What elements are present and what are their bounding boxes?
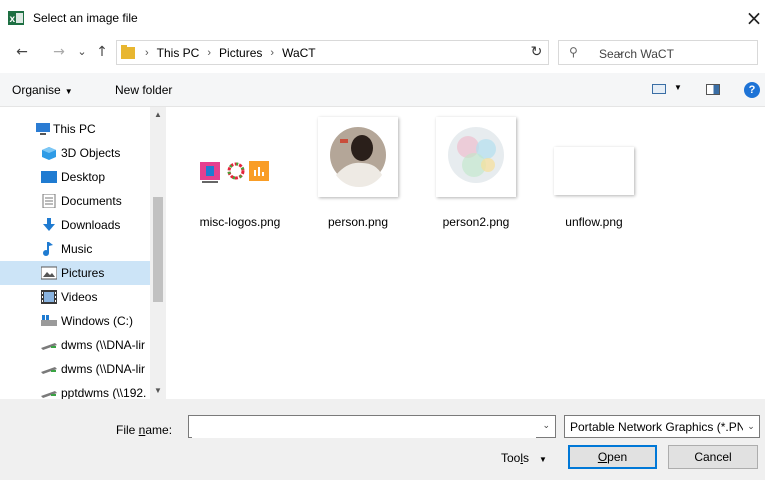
sidebar-item-label: This PC xyxy=(53,122,96,136)
sidebar-item-label: pptdwms (\\192. xyxy=(61,386,147,399)
window-title: Select an image file xyxy=(33,11,138,25)
open-button[interactable]: Open xyxy=(568,445,657,469)
pictures-icon xyxy=(41,266,57,280)
file-open-dialog: x Select an image file × ← → ⌄ ↑ › This … xyxy=(0,0,765,480)
sidebar-item-label: 3D Objects xyxy=(61,146,121,160)
sidebar-item-label: dwms (\\DNA-lir xyxy=(61,362,145,376)
view-options-caret-icon[interactable]: ▼ xyxy=(674,83,682,92)
refresh-icon[interactable]: ↻ xyxy=(524,40,549,65)
sidebar-item-label: Videos xyxy=(61,290,98,304)
this-pc-icon xyxy=(36,123,50,135)
organise-label: Organise xyxy=(12,83,61,97)
person2-thumbnail xyxy=(436,117,516,197)
network-drive-icon xyxy=(41,343,57,350)
sidebar-item-label: dwms (\\DNA-lir xyxy=(61,338,145,352)
sidebar-item-network-drive[interactable]: dwms (\\DNA-lir xyxy=(0,333,150,357)
file-name-label: person.png xyxy=(327,215,389,229)
drive-icon xyxy=(41,315,57,326)
scroll-up-icon[interactable]: ▲ xyxy=(150,107,166,123)
file-name-combobox[interactable]: ⌄ xyxy=(188,415,556,438)
search-input[interactable] xyxy=(597,44,751,63)
file-name-label: misc-logos.png xyxy=(199,215,281,229)
sidebar-item-videos[interactable]: Videos xyxy=(0,285,150,309)
address-row: ← → ⌄ ↑ › This PC › Pictures › WaCT ⌄ ↻ … xyxy=(0,38,765,68)
sidebar-item-pictures[interactable]: Pictures xyxy=(0,261,150,285)
sidebar-item-downloads[interactable]: Downloads xyxy=(0,213,150,237)
forward-arrow-icon[interactable]: → xyxy=(50,42,68,62)
sidebar-item-music[interactable]: Music xyxy=(0,237,150,261)
back-arrow-icon[interactable]: ← xyxy=(13,42,31,62)
file-item[interactable]: unflow.png xyxy=(541,107,641,237)
sidebar-item-3d-objects[interactable]: 3D Objects xyxy=(0,141,150,165)
breadcrumb-wact[interactable]: WaCT xyxy=(282,46,316,60)
change-view-icon[interactable] xyxy=(652,84,666,94)
caret-down-icon: ▼ xyxy=(539,455,547,464)
scroll-down-icon[interactable]: ▼ xyxy=(150,383,166,399)
sidebar-item-network-drive[interactable]: dwms (\\DNA-lir xyxy=(0,357,150,381)
unflow-thumbnail xyxy=(554,147,634,195)
sidebar-item-desktop[interactable]: Desktop xyxy=(0,165,150,189)
sidebar-item-label: Documents xyxy=(61,194,122,208)
file-name-label: File name: xyxy=(116,423,173,437)
cancel-button[interactable]: Cancel xyxy=(668,445,758,469)
excel-app-icon: x xyxy=(8,11,24,25)
preview-pane-icon[interactable] xyxy=(706,84,720,95)
sidebar-item-label: Downloads xyxy=(61,218,121,232)
3d-objects-icon xyxy=(42,147,56,160)
title-bar: x Select an image file × xyxy=(0,6,765,30)
breadcrumb: › This PC › Pictures › WaCT xyxy=(121,45,320,60)
search-box[interactable]: ⚲ xyxy=(558,40,758,65)
navigation-pane: This PC 3D Objects Desktop Documents Dow… xyxy=(0,107,166,399)
organise-menu-button[interactable]: Organise ▼ xyxy=(12,83,73,97)
file-type-value: Portable Network Graphics (*.PN xyxy=(570,420,746,434)
folder-icon xyxy=(121,45,135,59)
file-item[interactable]: misc-logos.png xyxy=(187,107,287,237)
file-type-select[interactable]: Portable Network Graphics (*.PN ⌄ xyxy=(564,415,760,438)
sidebar-item-windows-c[interactable]: Windows (C:) xyxy=(0,309,150,333)
breadcrumb-pictures[interactable]: Pictures xyxy=(219,46,262,60)
caret-down-icon: ▼ xyxy=(64,87,73,96)
downloads-icon xyxy=(43,218,55,231)
music-icon xyxy=(43,242,53,256)
search-icon: ⚲ xyxy=(569,45,578,59)
file-list: misc-logos.png person.png person2.png un… xyxy=(167,107,765,399)
file-type-chevron-icon[interactable]: ⌄ xyxy=(743,416,759,437)
svg-text:x: x xyxy=(10,14,16,25)
sidebar-item-label: Desktop xyxy=(61,170,106,184)
sidebar-item-this-pc[interactable]: This PC xyxy=(0,117,150,141)
file-name-label: unflow.png xyxy=(565,215,623,229)
file-name-dropdown-chevron-icon[interactable]: ⌄ xyxy=(542,420,550,431)
new-folder-button[interactable]: New folder xyxy=(115,83,172,97)
recent-locations-chevron-icon[interactable]: ⌄ xyxy=(73,42,91,62)
file-name-label: person2.png xyxy=(442,215,510,229)
sidebar-item-label: Pictures xyxy=(61,266,105,280)
breadcrumb-separator[interactable]: › xyxy=(270,47,274,59)
desktop-icon xyxy=(41,171,57,183)
address-bar[interactable]: › This PC › Pictures › WaCT ⌄ xyxy=(116,40,624,65)
help-icon[interactable]: ? xyxy=(744,82,760,98)
documents-icon xyxy=(42,194,56,208)
breadcrumb-separator[interactable]: › xyxy=(207,47,211,59)
sidebar-item-documents[interactable]: Documents xyxy=(0,189,150,213)
network-drive-icon xyxy=(41,367,57,374)
tools-menu-button[interactable]: Tools ▼ xyxy=(501,451,547,465)
breadcrumb-separator[interactable]: › xyxy=(145,47,149,59)
navigation-scrollbar[interactable]: ▲ ▼ xyxy=(150,107,166,399)
scroll-thumb[interactable] xyxy=(153,197,163,302)
close-icon[interactable]: × xyxy=(742,6,765,30)
network-drive-icon xyxy=(41,391,57,398)
sidebar-item-label: Windows (C:) xyxy=(61,314,134,328)
person-thumbnail xyxy=(318,117,398,197)
misc-logos-thumbnail xyxy=(192,119,284,199)
sidebar-item-network-drive[interactable]: pptdwms (\\192. xyxy=(0,381,150,399)
file-item[interactable]: person2.png xyxy=(423,107,523,237)
file-item[interactable]: person.png xyxy=(305,107,405,237)
videos-icon xyxy=(41,290,57,304)
file-name-input[interactable] xyxy=(192,417,536,438)
up-arrow-icon[interactable]: ↑ xyxy=(93,42,111,62)
command-toolbar: Organise ▼ New folder ▼ ? xyxy=(0,73,765,107)
sidebar-item-label: Music xyxy=(61,242,93,256)
footer-panel: File name: ⌄ Portable Network Graphics (… xyxy=(0,399,765,480)
breadcrumb-this-pc[interactable]: This PC xyxy=(157,46,200,60)
